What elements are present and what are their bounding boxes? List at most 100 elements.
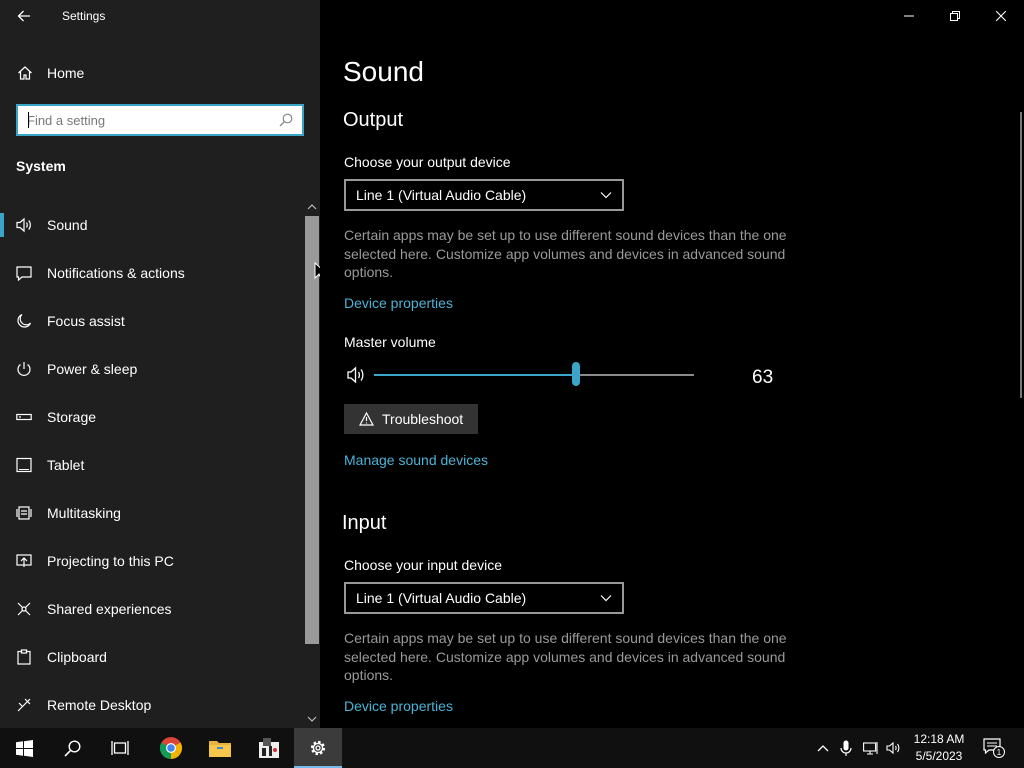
chevron-up-icon (817, 745, 829, 752)
master-volume-value: 63 (752, 367, 774, 388)
home-nav-item[interactable]: Home (0, 56, 320, 90)
tablet-icon (15, 456, 33, 474)
chrome-icon (160, 737, 182, 759)
task-view-button[interactable] (96, 728, 144, 768)
sidebar-item-label: Power & sleep (47, 361, 138, 377)
taskbar-search-button[interactable] (48, 728, 96, 768)
output-device-properties-link[interactable]: Device properties (344, 295, 453, 311)
shared-icon (15, 600, 33, 618)
sidebar-item-clipboard[interactable]: Clipboard (0, 633, 304, 681)
volume-tray-button[interactable] (883, 728, 905, 768)
network-tray-button[interactable] (860, 728, 882, 768)
window-controls (886, 0, 1024, 32)
search-input[interactable] (18, 106, 276, 134)
home-label: Home (47, 65, 85, 81)
microphone-tray-button[interactable] (836, 728, 856, 768)
network-icon (863, 742, 878, 755)
sidebar: Settings Home System Sound Notifications… (0, 0, 320, 728)
chevron-down-icon (598, 590, 614, 606)
storage-icon (15, 408, 33, 426)
start-button[interactable] (0, 728, 48, 768)
sidebar-item-projecting[interactable]: Projecting to this PC (0, 537, 304, 585)
notification-icon (15, 264, 33, 282)
sidebar-item-label: Focus assist (47, 313, 125, 329)
scroll-down-icon[interactable] (307, 714, 317, 724)
search-icon (63, 739, 81, 757)
taskbar-clock[interactable]: 12:18 AM 5/5/2023 (904, 731, 974, 765)
input-device-label: Choose your input device (344, 557, 502, 573)
nav-list: Sound Notifications & actions Focus assi… (0, 201, 304, 729)
sidebar-item-shared-experiences[interactable]: Shared experiences (0, 585, 304, 633)
chrome-taskbar-button[interactable] (147, 728, 195, 768)
sidebar-item-label: Multitasking (47, 505, 121, 521)
search-box[interactable] (16, 104, 304, 136)
sidebar-item-multitasking[interactable]: Multitasking (0, 489, 304, 537)
back-button[interactable] (10, 4, 38, 28)
sidebar-item-power-sleep[interactable]: Power & sleep (0, 345, 304, 393)
sidebar-item-label: Remote Desktop (47, 697, 152, 713)
sidebar-item-label: Notifications & actions (47, 265, 185, 281)
taskbar: 12:18 AM 5/5/2023 1 (0, 728, 1024, 768)
page-title: Sound (343, 56, 424, 87)
sidebar-item-label: Projecting to this PC (47, 553, 174, 569)
search-icon[interactable] (276, 110, 296, 130)
chevron-down-icon (598, 187, 614, 203)
output-device-dropdown[interactable]: Line 1 (Virtual Audio Cable) (344, 179, 624, 211)
sidebar-item-tablet[interactable]: Tablet (0, 441, 304, 489)
master-volume-slider[interactable] (374, 362, 694, 388)
input-device-properties-link[interactable]: Device properties (344, 698, 453, 714)
notification-count: 1 (997, 748, 1002, 757)
output-description: Certain apps may be set up to use differ… (344, 227, 787, 280)
action-center-button[interactable]: 1 (980, 728, 1008, 768)
power-icon (15, 360, 33, 378)
sidebar-item-label: Tablet (47, 457, 85, 473)
input-device-dropdown[interactable]: Line 1 (Virtual Audio Cable) (344, 582, 624, 614)
scroll-up-icon[interactable] (307, 202, 317, 212)
app-taskbar-button[interactable] (245, 728, 293, 768)
slider-thumb[interactable] (572, 362, 580, 386)
sidebar-item-sound[interactable]: Sound (0, 201, 304, 249)
text-caret (28, 112, 29, 128)
moon-icon (15, 312, 33, 330)
sidebar-item-label: Shared experiences (47, 601, 172, 617)
output-heading: Output (343, 109, 404, 131)
projecting-icon (15, 552, 33, 570)
notification-icon: 1 (983, 738, 1005, 758)
remote-desktop-icon (15, 696, 33, 714)
sidebar-item-notifications[interactable]: Notifications & actions (0, 249, 304, 297)
section-heading: System (16, 158, 66, 174)
sidebar-item-storage[interactable]: Storage (0, 393, 304, 441)
sidebar-item-label: Clipboard (47, 649, 107, 665)
troubleshoot-label: Troubleshoot (382, 411, 464, 427)
output-device-value: Line 1 (Virtual Audio Cable) (356, 187, 527, 203)
multitasking-icon (15, 504, 33, 522)
manage-sound-devices-link[interactable]: Manage sound devices (344, 452, 488, 468)
clock-date: 5/5/2023 (915, 749, 963, 763)
title-bar-left: Settings (0, 0, 320, 32)
clock-time: 12:18 AM (913, 732, 965, 746)
main-scrollbar[interactable] (1020, 112, 1022, 398)
windows-logo-icon (15, 739, 33, 757)
warning-icon (358, 411, 374, 427)
file-explorer-taskbar-button[interactable] (196, 728, 244, 768)
minimize-button[interactable] (886, 0, 932, 32)
close-button[interactable] (978, 0, 1024, 32)
settings-taskbar-button[interactable] (294, 728, 342, 768)
restore-button[interactable] (932, 0, 978, 32)
speaker-icon (886, 741, 900, 755)
folder-icon (209, 741, 231, 757)
sidebar-item-remote-desktop[interactable]: Remote Desktop (0, 681, 304, 729)
minimize-icon (904, 15, 914, 17)
close-icon (996, 11, 1006, 21)
speaker-icon (15, 216, 33, 234)
sidebar-item-focus-assist[interactable]: Focus assist (0, 297, 304, 345)
troubleshoot-button[interactable]: Troubleshoot (344, 404, 478, 434)
task-view-icon (111, 741, 129, 755)
show-hidden-icons-button[interactable] (812, 728, 834, 768)
restore-icon (950, 11, 960, 21)
volume-icon[interactable] (346, 365, 366, 385)
slider-fill (374, 374, 576, 376)
input-description: Certain apps may be set up to use differ… (344, 630, 787, 683)
main-content: Sound Output Choose your output device L… (320, 0, 1024, 728)
master-volume-label: Master volume (344, 334, 436, 350)
